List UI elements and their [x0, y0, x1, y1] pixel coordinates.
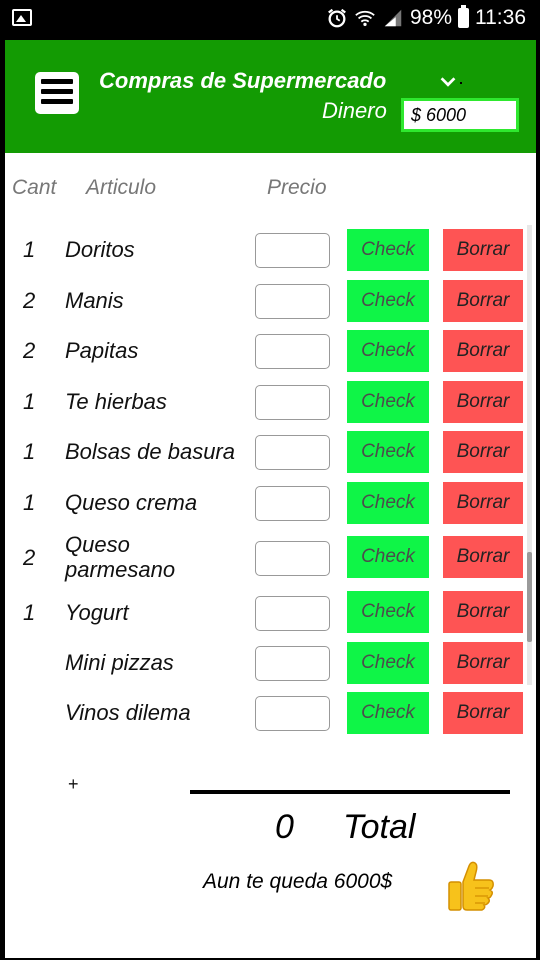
- check-button[interactable]: Check: [347, 229, 429, 271]
- item-qty: 2: [23, 288, 36, 313]
- app-header: Compras de Supermercado Dinero: [5, 40, 536, 153]
- delete-button[interactable]: Borrar: [443, 280, 523, 322]
- dot-marker: [460, 82, 462, 84]
- battery-icon: [458, 5, 469, 28]
- delete-button[interactable]: Borrar: [443, 591, 523, 633]
- price-input[interactable]: [255, 435, 330, 470]
- check-button[interactable]: Check: [347, 381, 429, 423]
- add-item-button[interactable]: +: [68, 774, 79, 795]
- chevron-down-icon[interactable]: [437, 71, 459, 93]
- clock: 11:36: [475, 6, 526, 29]
- money-input[interactable]: [401, 98, 519, 132]
- check-button[interactable]: Check: [347, 280, 429, 322]
- item-qty: 2: [23, 545, 36, 570]
- column-header-price: Precio: [267, 176, 327, 199]
- delete-button[interactable]: Borrar: [443, 482, 523, 524]
- gallery-icon: [12, 9, 32, 26]
- item-name: Doritos: [65, 237, 135, 262]
- status-bar: 98% 11:36: [0, 0, 540, 38]
- price-input[interactable]: [255, 646, 330, 681]
- column-header-qty: Cant: [12, 176, 57, 199]
- money-label: Dinero: [322, 98, 387, 123]
- delete-button[interactable]: Borrar: [443, 692, 523, 734]
- thumbs-up-icon: [448, 861, 494, 911]
- item-qty: 1: [23, 439, 36, 464]
- status-icons: 98% 11:36: [326, 5, 526, 30]
- check-button[interactable]: Check: [347, 536, 429, 578]
- item-name: Mini pizzas: [65, 650, 174, 675]
- item-name: Vinos dilema: [65, 700, 191, 725]
- price-input[interactable]: [255, 334, 330, 369]
- item-qty: 2: [23, 338, 36, 363]
- app-window: Compras de Supermercado Dinero Cant Arti…: [5, 40, 536, 958]
- price-input[interactable]: [255, 284, 330, 319]
- item-qty: 1: [23, 490, 36, 515]
- price-input[interactable]: [255, 596, 330, 631]
- price-input[interactable]: [255, 696, 330, 731]
- alarm-icon: [328, 8, 346, 28]
- price-input[interactable]: [255, 233, 330, 268]
- delete-button[interactable]: Borrar: [443, 330, 523, 372]
- column-header-item: Articulo: [86, 176, 157, 199]
- delete-button[interactable]: Borrar: [443, 642, 523, 684]
- check-button[interactable]: Check: [347, 482, 429, 524]
- delete-button[interactable]: Borrar: [443, 431, 523, 473]
- battery-percent: 98%: [409, 6, 452, 29]
- scrollbar-thumb[interactable]: [527, 552, 532, 642]
- price-input[interactable]: [255, 486, 330, 521]
- item-name: Queso parmesano: [65, 532, 176, 582]
- item-name: Yogurt: [65, 600, 129, 625]
- item-qty: 1: [23, 600, 36, 625]
- total-divider: [190, 790, 510, 794]
- check-button[interactable]: Check: [347, 642, 429, 684]
- wifi-icon: [355, 10, 375, 27]
- item-name: Te hierbas: [65, 389, 167, 414]
- check-button[interactable]: Check: [347, 692, 429, 734]
- signal-icon: [384, 9, 402, 27]
- item-name: Manis: [65, 288, 124, 313]
- delete-button[interactable]: Borrar: [443, 229, 523, 271]
- price-input[interactable]: [255, 385, 330, 420]
- delete-button[interactable]: Borrar: [443, 381, 523, 423]
- item-name: Bolsas de basura: [65, 439, 235, 464]
- item-name: Queso crema: [65, 490, 198, 515]
- remaining-text: Aun te queda 6000$: [203, 870, 393, 893]
- check-button[interactable]: Check: [347, 330, 429, 372]
- item-name: Papitas: [65, 338, 139, 363]
- total-label: Total: [343, 808, 416, 846]
- item-qty: 1: [23, 237, 36, 262]
- price-input[interactable]: [255, 541, 330, 576]
- app-title: Compras de Supermercado: [99, 68, 387, 93]
- total-value: 0: [275, 808, 294, 846]
- check-button[interactable]: Check: [347, 591, 429, 633]
- item-qty: 1: [23, 389, 36, 414]
- check-button[interactable]: Check: [347, 431, 429, 473]
- delete-button[interactable]: Borrar: [443, 536, 523, 578]
- menu-icon[interactable]: [35, 72, 79, 114]
